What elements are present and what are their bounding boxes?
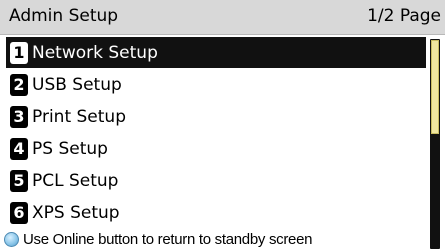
menu-item-ps-setup[interactable]: 4 PS Setup — [6, 133, 426, 164]
scrollbar-thumb[interactable] — [431, 40, 439, 134]
menu-item-label: Network Setup — [32, 42, 158, 63]
page-indicator: 1/2 Page — [367, 6, 441, 26]
item-number-badge: 4 — [10, 137, 28, 160]
header-bar: Admin Setup 1/2 Page — [0, 0, 445, 35]
footer-hint: Use Online button to return to standby s… — [0, 230, 428, 249]
scrollbar[interactable] — [430, 39, 440, 249]
menu-item-pcl-setup[interactable]: 5 PCL Setup — [6, 165, 426, 196]
item-number-badge: 1 — [10, 41, 28, 64]
online-button-icon — [4, 232, 19, 247]
menu-item-label: Print Setup — [32, 106, 126, 127]
admin-setup-screen: Admin Setup 1/2 Page 1 Network Setup 2 U… — [0, 0, 445, 249]
page-title: Admin Setup — [9, 6, 119, 26]
menu-item-xps-setup[interactable]: 6 XPS Setup — [6, 197, 426, 228]
setup-menu: 1 Network Setup 2 USB Setup 3 Print Setu… — [6, 37, 426, 229]
menu-item-print-setup[interactable]: 3 Print Setup — [6, 101, 426, 132]
menu-item-usb-setup[interactable]: 2 USB Setup — [6, 69, 426, 100]
item-number-badge: 6 — [10, 201, 28, 224]
menu-item-label: PS Setup — [32, 138, 108, 159]
item-number-badge: 3 — [10, 105, 28, 128]
menu-item-label: XPS Setup — [32, 202, 120, 223]
item-number-badge: 5 — [10, 169, 28, 192]
menu-item-label: PCL Setup — [32, 170, 119, 191]
menu-item-label: USB Setup — [32, 74, 122, 95]
footer-hint-text: Use Online button to return to standby s… — [23, 231, 313, 248]
menu-item-network-setup[interactable]: 1 Network Setup — [6, 37, 426, 68]
item-number-badge: 2 — [10, 73, 28, 96]
